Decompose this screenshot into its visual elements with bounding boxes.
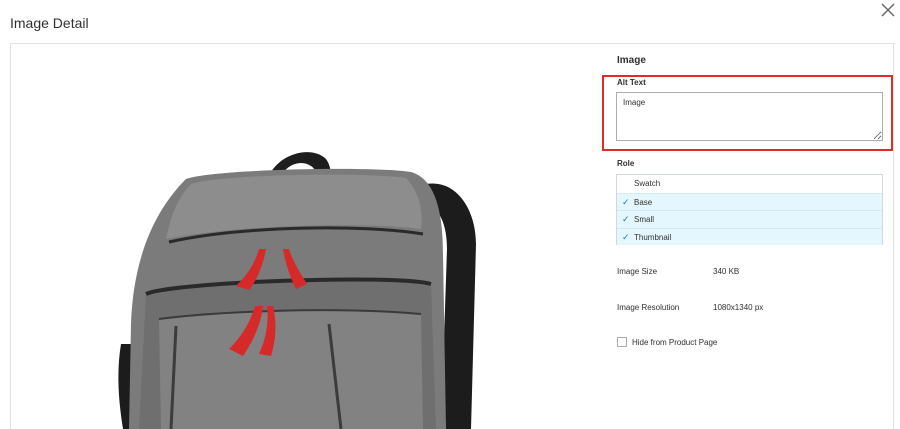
role-label: Role [617, 159, 635, 168]
role-option-label: Base [634, 197, 653, 207]
role-option-thumbnail[interactable]: ✓ Thumbnail [617, 227, 882, 245]
image-resolution-value: 1080x1340 px [713, 303, 764, 312]
close-icon [881, 3, 895, 17]
role-option-label: Small [634, 215, 655, 224]
panel-border [893, 44, 894, 429]
image-resolution-label: Image Resolution [617, 303, 680, 312]
image-preview [10, 44, 595, 429]
hide-from-product-page-label: Hide from Product Page [632, 338, 718, 347]
role-select[interactable]: Swatch ✓ Base ✓ Small ✓ Thumbnail [616, 174, 883, 245]
check-icon: ✓ [622, 214, 630, 224]
image-size-label: Image Size [617, 267, 658, 276]
role-option-label: Swatch [634, 179, 661, 188]
modal-title: Image Detail [10, 15, 89, 31]
role-option-swatch[interactable]: Swatch [617, 175, 882, 193]
alt-text-label: Alt Text [617, 78, 646, 87]
hide-from-product-page-checkbox[interactable] [617, 337, 627, 347]
check-icon: ✓ [622, 196, 630, 207]
role-option-small[interactable]: ✓ Small [617, 210, 882, 228]
section-title: Image [617, 55, 646, 66]
product-image [118, 152, 476, 429]
check-icon: ✓ [622, 231, 630, 242]
role-option-base[interactable]: ✓ Base [617, 192, 882, 210]
role-option-label: Thumbnail [634, 232, 672, 242]
close-button[interactable] [879, 1, 897, 19]
alt-text-input[interactable] [616, 92, 883, 141]
image-size-value: 340 KB [713, 267, 740, 276]
